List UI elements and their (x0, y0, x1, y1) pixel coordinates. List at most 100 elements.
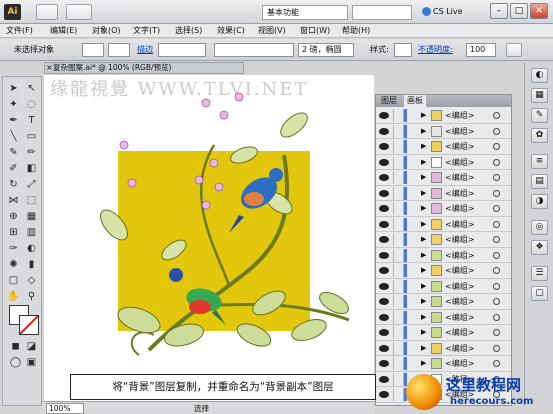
perspective-grid-tool-icon[interactable]: ▦ (23, 209, 40, 224)
menu-select[interactable]: 选择(S) (175, 25, 202, 37)
visibility-eye-icon[interactable] (379, 112, 389, 119)
menu-file[interactable]: 文件(F) (6, 25, 33, 37)
lock-toggle[interactable] (393, 357, 404, 370)
bridge-button[interactable] (36, 4, 58, 20)
opacity-input[interactable]: 100 (466, 43, 496, 57)
visibility-eye-icon[interactable] (379, 189, 389, 197)
gradient-tool-icon[interactable]: ▥ (23, 225, 40, 240)
rotate-tool-icon[interactable]: ↻ (5, 177, 22, 192)
stroke-color-dropdown[interactable] (108, 43, 130, 57)
target-circle-icon[interactable] (493, 313, 500, 321)
stroke-weight-input[interactable] (158, 43, 206, 57)
symbols-panel-icon[interactable]: ✿ (531, 128, 548, 143)
lock-toggle[interactable] (393, 109, 404, 122)
visibility-eye-icon[interactable] (379, 375, 389, 383)
line-tool-icon[interactable]: ╲ (5, 129, 22, 144)
layer-row[interactable]: ▶ <编组> (376, 124, 511, 139)
visibility-eye-icon[interactable] (379, 329, 389, 336)
minimize-button[interactable]: – (490, 3, 508, 19)
lock-toggle[interactable] (393, 248, 404, 262)
stroke-panel-icon[interactable]: ≡ (531, 154, 548, 169)
tab-artboards[interactable]: 画板 (404, 95, 426, 107)
artboards-panel-icon[interactable]: ▢ (531, 286, 548, 301)
tab-layers[interactable]: 图层 (378, 95, 400, 107)
layer-row[interactable]: ▶ <编组> (376, 201, 511, 217)
target-circle-icon[interactable] (493, 158, 500, 166)
close-document-icon[interactable]: × (46, 63, 53, 73)
visibility-eye-icon[interactable] (379, 344, 389, 352)
layer-row[interactable]: ▶ <编组> (376, 155, 511, 170)
lock-toggle[interactable] (393, 202, 404, 215)
layer-row[interactable]: ▶ <编组> (376, 186, 511, 201)
layer-row[interactable]: ▶ <编组> (376, 232, 511, 248)
gradient-mode-icon[interactable]: ◪ (23, 339, 40, 354)
fill-color-dropdown[interactable] (82, 43, 104, 57)
lock-toggle[interactable] (393, 171, 404, 184)
visibility-eye-icon[interactable] (379, 236, 389, 243)
zoom-level-field[interactable]: 100% (46, 403, 84, 414)
expand-arrow-icon[interactable]: ▶ (421, 250, 426, 261)
target-circle-icon[interactable] (493, 127, 500, 135)
symbol-sprayer-tool-icon[interactable]: ✺ (5, 257, 22, 272)
layer-row[interactable]: ▶ <编组> (376, 139, 511, 155)
lock-toggle[interactable] (393, 388, 404, 401)
expand-arrow-icon[interactable]: ▶ (421, 281, 426, 292)
layer-row[interactable]: ▶ <编组> (376, 263, 511, 279)
zoom-tool-icon[interactable]: ⚲ (23, 289, 40, 304)
lock-toggle[interactable] (393, 186, 404, 200)
target-circle-icon[interactable] (493, 174, 500, 181)
transparency-panel-icon[interactable]: ◑ (531, 194, 548, 209)
paintbrush-tool-icon[interactable]: ✎ (5, 145, 22, 160)
lock-toggle[interactable] (393, 310, 404, 324)
visibility-eye-icon[interactable] (379, 220, 389, 228)
expand-arrow-icon[interactable]: ▶ (421, 110, 426, 121)
layer-row[interactable]: ▶ <编组> (376, 356, 511, 372)
expand-arrow-icon[interactable]: ▶ (421, 296, 426, 307)
target-circle-icon[interactable] (493, 298, 500, 305)
color-panel-icon[interactable]: ◐ (531, 68, 548, 83)
lock-toggle[interactable] (393, 140, 404, 153)
menu-window[interactable]: 窗口(W) (300, 25, 330, 37)
blend-tool-icon[interactable]: ◐ (23, 241, 40, 256)
lock-toggle[interactable] (393, 326, 404, 339)
appearance-panel-icon[interactable]: ◎ (531, 220, 548, 235)
expand-arrow-icon[interactable]: ▶ (421, 343, 426, 354)
target-circle-icon[interactable] (493, 360, 500, 367)
target-circle-icon[interactable] (493, 205, 500, 212)
layer-row[interactable]: ▶ <编组> (376, 279, 511, 294)
lock-toggle[interactable] (393, 124, 404, 138)
lock-toggle[interactable] (393, 341, 404, 355)
type-tool-icon[interactable]: T (23, 113, 40, 128)
visibility-eye-icon[interactable] (379, 298, 389, 305)
layer-row[interactable]: ▶ <编组> (376, 294, 511, 310)
hand-tool-icon[interactable]: ✋ (5, 289, 22, 304)
menu-effect[interactable]: 效果(C) (217, 25, 245, 37)
target-circle-icon[interactable] (493, 112, 500, 119)
direct-selection-tool-icon[interactable]: ↖ (23, 81, 40, 96)
eraser-tool-icon[interactable]: ◧ (23, 161, 40, 176)
maximize-button[interactable]: □ (510, 3, 528, 19)
expand-arrow-icon[interactable]: ▶ (421, 312, 426, 323)
draw-normal-icon[interactable]: ◯ (7, 355, 24, 370)
lock-toggle[interactable] (393, 264, 404, 277)
slice-tool-icon[interactable]: ◇ (23, 273, 40, 288)
lasso-tool-icon[interactable]: ◌ (23, 97, 40, 112)
graphic-styles-panel-icon[interactable]: ❖ (531, 240, 548, 255)
free-transform-tool-icon[interactable]: ⬚ (23, 193, 40, 208)
mesh-tool-icon[interactable]: ⊞ (5, 225, 22, 240)
expand-arrow-icon[interactable]: ▶ (421, 265, 426, 276)
document-canvas[interactable]: 缘龍視覺 WWW.TLVI.NET (44, 75, 374, 401)
visibility-eye-icon[interactable] (379, 251, 389, 259)
menu-object[interactable]: 对象(O) (92, 25, 121, 37)
expand-arrow-icon[interactable]: ▶ (421, 126, 426, 137)
visibility-eye-icon[interactable] (379, 143, 389, 150)
arrange-documents-button[interactable] (66, 4, 92, 20)
lock-toggle[interactable] (393, 372, 404, 386)
color-mode-icon[interactable]: ◼ (7, 339, 24, 354)
screen-mode-icon[interactable]: ▣ (23, 355, 40, 370)
stroke-link[interactable]: 描边 (137, 44, 153, 56)
expand-arrow-icon[interactable]: ▶ (421, 172, 426, 183)
lock-toggle[interactable] (393, 217, 404, 231)
panel-menu-button[interactable] (506, 43, 522, 57)
visibility-eye-icon[interactable] (379, 391, 389, 398)
